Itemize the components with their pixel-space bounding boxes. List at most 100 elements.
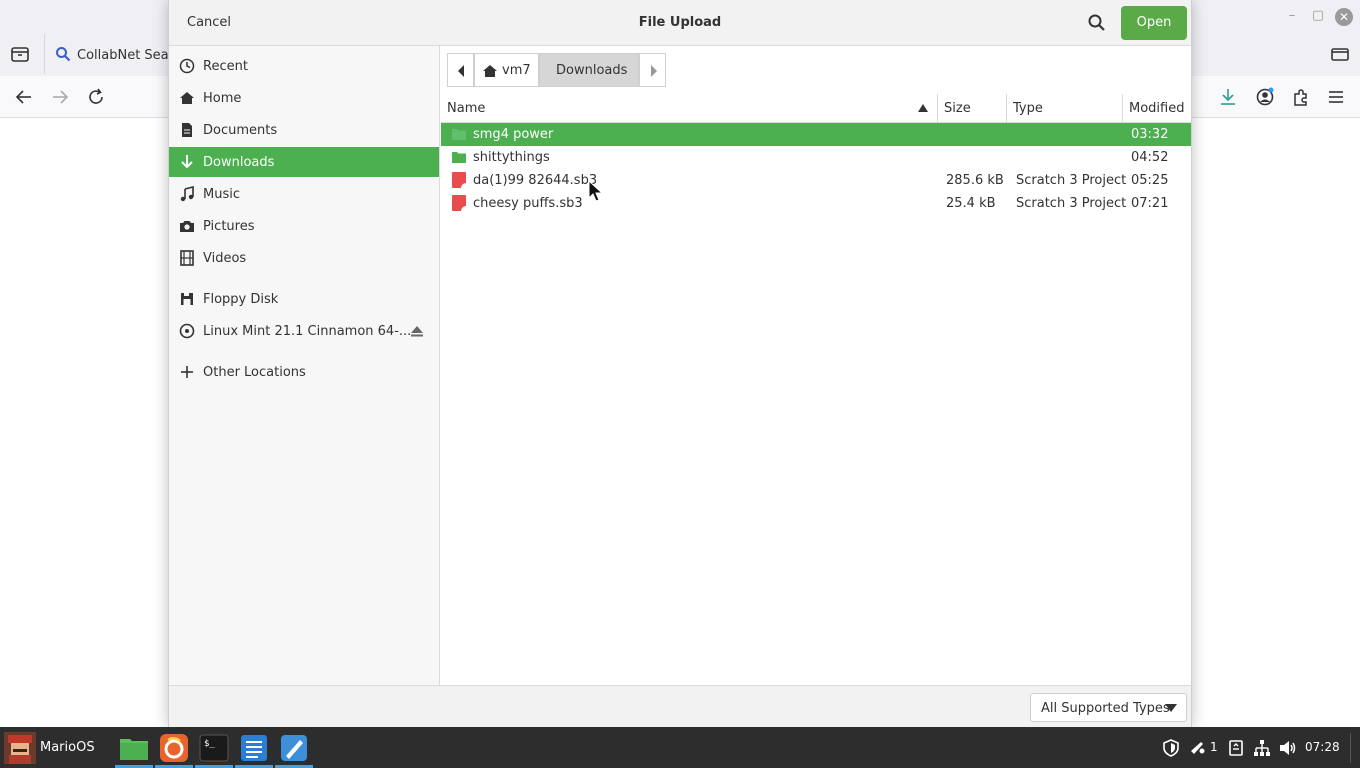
column-header-size[interactable]: Size bbox=[938, 94, 1007, 123]
sidebar-item-label: Videos bbox=[203, 251, 247, 266]
file-list: Name Size Type Modified smg4 power 03:32… bbox=[441, 94, 1191, 685]
column-header-label: Size bbox=[944, 101, 971, 116]
open-button[interactable]: Open bbox=[1121, 6, 1187, 40]
network-icon[interactable] bbox=[1253, 739, 1271, 757]
path-segment-label: Downloads bbox=[556, 63, 628, 78]
disc-icon bbox=[179, 323, 195, 339]
file-upload-dialog: Cancel File Upload Open Recent Home Docu… bbox=[168, 0, 1192, 727]
maximize-button[interactable]: ▢ bbox=[1310, 8, 1326, 24]
back-arrow-icon[interactable] bbox=[14, 87, 34, 107]
sidebar-item-home[interactable]: Home bbox=[169, 83, 439, 113]
notification-count: 1 bbox=[1210, 740, 1218, 754]
extensions-icon[interactable] bbox=[1291, 87, 1311, 107]
sidebar-item-label: Pictures bbox=[203, 219, 255, 234]
account-icon[interactable] bbox=[1255, 87, 1275, 107]
firefox-icon[interactable] bbox=[158, 732, 190, 764]
sidebar-item-recent[interactable]: Recent bbox=[169, 51, 439, 81]
taskbar: MarioOS $_ 1 07:28 bbox=[0, 727, 1360, 768]
document-icon bbox=[182, 123, 192, 137]
dialog-footer: All Supported Types bbox=[169, 685, 1191, 727]
sidebar-item-label: Home bbox=[203, 91, 242, 106]
sidebar-item-documents[interactable]: Documents bbox=[169, 115, 439, 145]
path-back-button[interactable] bbox=[447, 53, 474, 87]
file-row[interactable]: cheesy puffs.sb3 25.4 kB Scratch 3 Proje… bbox=[441, 192, 1191, 215]
home-icon bbox=[180, 92, 194, 104]
sidebar-item-label: Linux Mint 21.1 Cinnamon 64-... bbox=[203, 324, 412, 339]
folder-icon bbox=[452, 129, 466, 140]
sidebar-item-label: Other Locations bbox=[203, 365, 306, 380]
download-icon[interactable] bbox=[1218, 87, 1238, 107]
file-row[interactable]: shittythings 04:52 bbox=[441, 146, 1191, 169]
column-header-name[interactable]: Name bbox=[441, 94, 938, 123]
chevron-right-icon bbox=[651, 65, 657, 77]
text-editor-icon[interactable] bbox=[238, 732, 270, 764]
reload-icon[interactable] bbox=[86, 87, 106, 107]
file-size: 285.6 kB bbox=[946, 173, 1004, 188]
scratch-file-icon bbox=[452, 172, 466, 188]
clock[interactable]: 07:28 bbox=[1305, 740, 1340, 754]
volume-icon[interactable] bbox=[1279, 739, 1297, 757]
file-name: shittythings bbox=[473, 150, 550, 165]
file-type-filter-dropdown[interactable]: All Supported Types bbox=[1030, 693, 1187, 722]
sort-ascending-icon bbox=[918, 104, 928, 112]
search-icon[interactable] bbox=[1087, 13, 1107, 33]
file-row[interactable]: smg4 power 03:32 bbox=[441, 123, 1191, 146]
column-header-label: Type bbox=[1013, 101, 1043, 116]
sidebar-item-floppy-disk[interactable]: Floppy Disk bbox=[169, 284, 439, 314]
sidebar-item-label: Downloads bbox=[203, 155, 275, 170]
sidebar-item-other-locations[interactable]: Other Locations bbox=[169, 357, 439, 387]
svg-text:$_: $_ bbox=[204, 739, 215, 749]
path-segment-label: vm7 bbox=[502, 63, 531, 78]
notifications-icon[interactable] bbox=[1188, 739, 1206, 757]
file-type: Scratch 3 Project bbox=[1016, 196, 1127, 211]
file-modified: 07:21 bbox=[1131, 196, 1169, 211]
clock-icon bbox=[179, 58, 195, 74]
tab-list-icon[interactable] bbox=[10, 44, 30, 64]
menu-icon[interactable] bbox=[1326, 87, 1346, 107]
terminal-icon[interactable]: $_ bbox=[198, 732, 230, 764]
dialog-header: Cancel File Upload Open bbox=[169, 0, 1191, 46]
start-menu-button[interactable]: MarioOS bbox=[0, 727, 100, 768]
file-type: Scratch 3 Project bbox=[1016, 173, 1127, 188]
folder-icon[interactable] bbox=[1330, 44, 1350, 64]
places-sidebar: Recent Home Documents Downloads Music Pi… bbox=[169, 46, 440, 685]
drawing-app-icon[interactable] bbox=[278, 732, 310, 764]
sidebar-item-label: Music bbox=[203, 187, 240, 202]
chevron-left-icon bbox=[458, 65, 464, 77]
file-row[interactable]: da(1)99 82644.sb3 285.6 kB Scratch 3 Pro… bbox=[441, 169, 1191, 192]
sidebar-item-downloads[interactable]: Downloads bbox=[169, 147, 439, 177]
download-icon bbox=[181, 155, 193, 169]
path-segment-downloads[interactable]: Downloads bbox=[539, 53, 639, 87]
sidebar-item-label: Recent bbox=[203, 59, 248, 74]
shield-icon[interactable] bbox=[1162, 739, 1180, 757]
cancel-button[interactable]: Cancel bbox=[187, 15, 231, 30]
sidebar-item-music[interactable]: Music bbox=[169, 179, 439, 209]
close-button[interactable]: ✕ bbox=[1335, 8, 1353, 26]
file-manager-icon[interactable] bbox=[118, 732, 150, 764]
mario-avatar-icon bbox=[4, 732, 36, 764]
column-header-label: Name bbox=[447, 101, 486, 116]
floppy-icon bbox=[181, 293, 193, 305]
minimize-button[interactable]: – bbox=[1284, 8, 1300, 24]
home-icon bbox=[483, 65, 497, 77]
sidebar-item-label: Documents bbox=[203, 123, 278, 138]
sidebar-item-pictures[interactable]: Pictures bbox=[169, 211, 439, 241]
camera-icon bbox=[180, 221, 194, 232]
sidebar-item-linux-mint[interactable]: Linux Mint 21.1 Cinnamon 64-... bbox=[169, 316, 439, 346]
file-name: smg4 power bbox=[473, 127, 554, 142]
column-header-modified[interactable]: Modified bbox=[1123, 94, 1191, 123]
chevron-down-icon bbox=[1165, 704, 1177, 712]
forward-arrow-icon[interactable] bbox=[50, 87, 70, 107]
path-segment-vm7[interactable]: vm7 bbox=[474, 53, 539, 87]
path-forward-button[interactable] bbox=[639, 53, 666, 87]
folder-icon bbox=[452, 152, 466, 163]
column-header-type[interactable]: Type bbox=[1007, 94, 1123, 123]
sidebar-item-videos[interactable]: Videos bbox=[169, 243, 439, 273]
search-icon bbox=[56, 47, 71, 62]
clipboard-icon[interactable] bbox=[1227, 739, 1245, 757]
eject-icon[interactable] bbox=[409, 323, 425, 339]
file-name: cheesy puffs.sb3 bbox=[473, 196, 583, 211]
file-modified: 05:25 bbox=[1131, 173, 1169, 188]
show-desktop-button[interactable] bbox=[1350, 733, 1353, 763]
browser-tab-title: CollabNet Sear bbox=[77, 48, 174, 63]
